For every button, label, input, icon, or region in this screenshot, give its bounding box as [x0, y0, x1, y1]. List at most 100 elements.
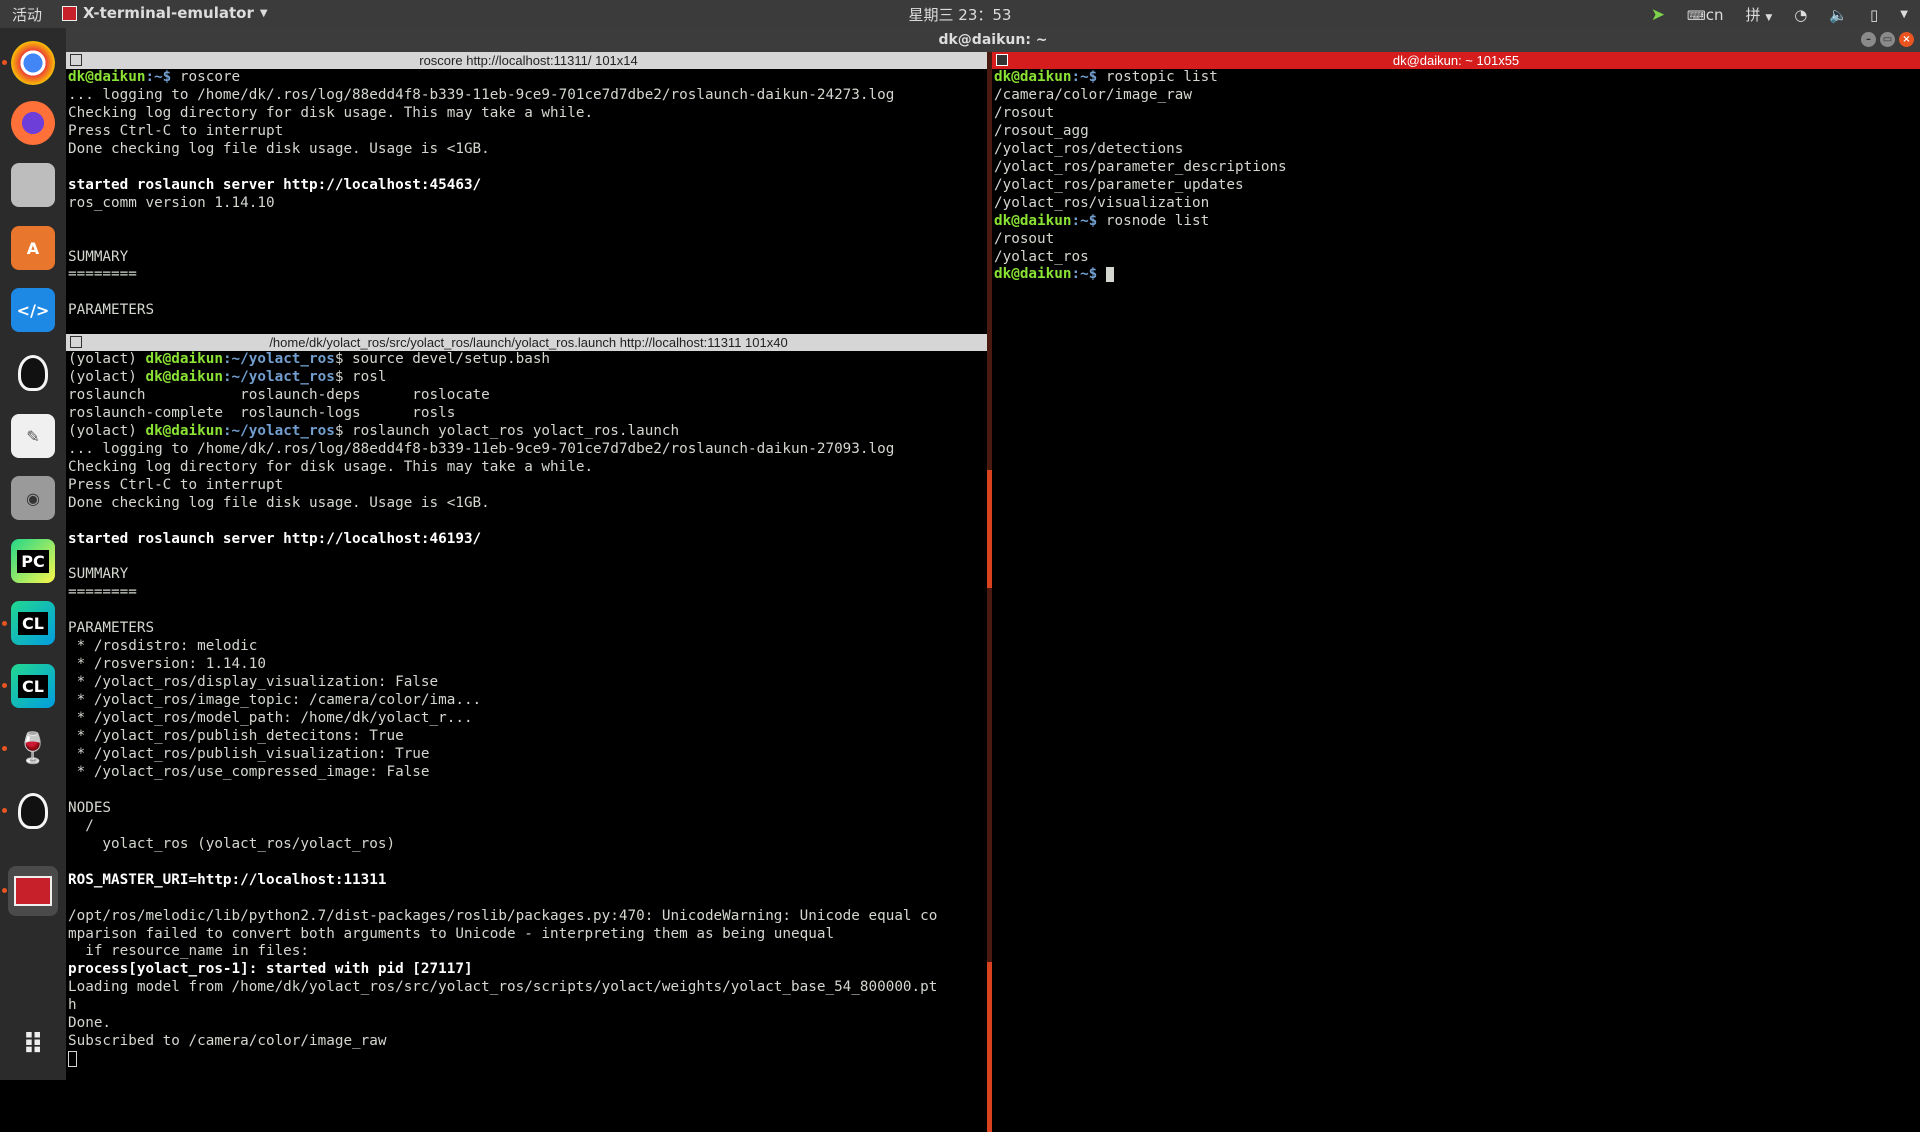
prompt-path: :~/yolact_ros	[222, 368, 335, 385]
param-line: * /yolact_ros/model_path: /home/dk/yolac…	[68, 710, 473, 727]
prompt-user: dk@daikun	[994, 212, 1072, 229]
version-line: ros_comm version 1.14.10	[68, 194, 275, 211]
volume-icon[interactable]: 🔈	[1829, 6, 1848, 24]
parameters-header: PARAMETERS	[68, 302, 155, 319]
terminal-output: dk@daikun:~$ rostopic list /camera/color…	[992, 69, 1920, 284]
warning-line: /opt/ros/melodic/lib/python2.7/dist-pack…	[68, 907, 938, 924]
param-line: * /rosversion: 1.14.10	[68, 656, 266, 673]
env-tag: (yolact)	[68, 351, 146, 367]
launcher-dock: A </> ✎ ◉ PC CL CL 🍷 ⠿	[0, 28, 66, 1080]
clion-icon-2[interactable]: CL	[11, 664, 55, 708]
prompt-user: dk@daikun	[145, 422, 223, 439]
terminal-pane-roscore[interactable]: roscore http://localhost:11311/ 101x14 d…	[66, 52, 991, 334]
prompt-path: :~$	[1071, 266, 1098, 283]
terminal-cursor	[1105, 266, 1114, 282]
pane-menu-icon[interactable]	[996, 54, 1008, 66]
prompt-user: dk@daikun	[145, 351, 223, 367]
prompt-user: dk@daikun	[994, 69, 1072, 85]
ime-label: cn	[1705, 5, 1724, 24]
pane-title: roscore http://localhost:11311/ 101x14	[419, 53, 638, 68]
show-applications-icon[interactable]: ⠿	[11, 1022, 55, 1066]
command-text: roscore	[171, 69, 241, 85]
server-line: started roslaunch server http://localhos…	[68, 176, 482, 193]
firefox-icon[interactable]	[11, 101, 55, 145]
terminal-cursor	[68, 1051, 77, 1068]
master-uri-line: ROS_MASTER_URI=http://localhost:11311	[68, 871, 387, 888]
window-title: dk@daikun: ~	[938, 32, 1048, 48]
topic-line: /yolact_ros/parameter_updates	[994, 176, 1244, 193]
pane-titlebar[interactable]: /home/dk/yolact_ros/src/yolact_ros/launc…	[66, 334, 991, 351]
pane-titlebar[interactable]: roscore http://localhost:11311/ 101x14	[66, 52, 991, 69]
keyboard-icon: ⌨	[1687, 8, 1706, 24]
completion-line: roslaunch-complete roslaunch-logs rosls	[68, 404, 456, 421]
command-text: rosnode list	[1097, 212, 1210, 229]
server-line: started roslaunch server http://localhos…	[68, 530, 482, 547]
log-line: Press Ctrl-C to interrupt	[68, 122, 284, 139]
log-line: Press Ctrl-C to interrupt	[68, 476, 284, 493]
vscode-icon[interactable]: </>	[11, 288, 55, 332]
minimize-icon[interactable]: –	[1861, 32, 1876, 47]
pane-menu-icon[interactable]	[70, 336, 82, 348]
top-panel: 活动 X-terminal-emulator ▼ 星期三 23：53 ➤ ⌨cn…	[0, 0, 1920, 28]
keyboard-layout-indicator[interactable]: 拼 ▼	[1746, 4, 1773, 25]
terminal-output: dk@daikun:~$ roscore ... logging to /hom…	[66, 69, 991, 320]
prompt-path: :~$	[1071, 69, 1098, 85]
pane-title: /home/dk/yolact_ros/src/yolact_ros/launc…	[269, 335, 788, 350]
env-tag: (yolact)	[68, 422, 146, 439]
software-center-icon[interactable]: A	[11, 226, 55, 270]
node-line: /rosout	[994, 230, 1055, 247]
param-line: * /yolact_ros/publish_visualization: Tru…	[68, 745, 430, 762]
log-line: ... logging to /home/dk/.ros/log/88edd4f…	[68, 440, 895, 457]
running-indicator	[2, 60, 7, 65]
input-method-indicator[interactable]: ⌨cn	[1687, 6, 1724, 24]
pane-menu-icon[interactable]	[70, 54, 82, 66]
prompt-path: :~$	[145, 69, 172, 85]
parameters-header: PARAMETERS	[68, 620, 155, 637]
load-line: h	[68, 997, 77, 1014]
terminator-icon[interactable]	[8, 866, 58, 916]
prompt-path: :~$	[1071, 212, 1098, 229]
chrome-icon[interactable]	[11, 41, 55, 85]
power-menu-icon[interactable]: ▼	[1900, 9, 1908, 20]
close-icon[interactable]: ×	[1899, 32, 1914, 47]
running-indicator	[2, 683, 7, 688]
pycharm-icon[interactable]: PC	[11, 539, 55, 583]
qq-icon-2[interactable]	[11, 789, 55, 833]
env-tag: (yolact)	[68, 368, 146, 385]
send-icon[interactable]: ➤	[1651, 5, 1665, 25]
topic-line: /camera/color/image_raw	[994, 86, 1192, 103]
clock[interactable]: 星期三 23：53	[0, 4, 1920, 25]
window-titlebar[interactable]: dk@daikun: ~ – ▭ ×	[66, 28, 1920, 52]
qq-icon[interactable]	[11, 351, 55, 395]
wifi-icon[interactable]: ◔	[1794, 6, 1807, 24]
text-editor-icon[interactable]: ✎	[11, 414, 55, 458]
files-icon[interactable]	[11, 163, 55, 207]
pane-titlebar-active[interactable]: dk@daikun: ~ 101x55	[992, 52, 1920, 69]
terminal-pane-launch[interactable]: /home/dk/yolact_ros/src/yolact_ros/launc…	[66, 334, 991, 1080]
subscribed-line: Subscribed to /camera/color/image_raw	[68, 1033, 387, 1050]
wine-icon[interactable]: 🍷	[11, 726, 55, 770]
prompt-path: :~/yolact_ros	[222, 351, 335, 367]
clion-icon[interactable]: CL	[11, 601, 55, 645]
command-text: $ roslaunch yolact_ros yolact_ros.launch	[334, 422, 680, 439]
running-indicator	[2, 746, 7, 751]
terminal-output: (yolact) dk@daikun:~/yolact_ros$ source …	[66, 351, 991, 1069]
command-text: $ source devel/setup.bash	[334, 351, 551, 367]
nodes-header: NODES	[68, 799, 112, 816]
prompt-path: :~/yolact_ros	[222, 422, 335, 439]
running-indicator	[2, 888, 7, 893]
summary-header: SUMMARY	[68, 248, 129, 265]
terminal-pane-right[interactable]: dk@daikun: ~ 101x55 dk@daikun:~$ rostopi…	[992, 52, 1920, 1080]
nodes-root: /	[68, 817, 94, 834]
param-line: * /yolact_ros/display_visualization: Fal…	[68, 674, 439, 691]
system-tray: ➤ ⌨cn 拼 ▼ ◔ 🔈 ▯ ▼	[1651, 4, 1908, 25]
battery-icon[interactable]: ▯	[1870, 6, 1878, 24]
topic-line: /yolact_ros/parameter_descriptions	[994, 158, 1287, 175]
maximize-icon[interactable]: ▭	[1880, 32, 1895, 47]
log-line: Done checking log file disk usage. Usage…	[68, 140, 490, 157]
param-line: * /rosdistro: melodic	[68, 638, 258, 655]
camera-icon[interactable]: ◉	[11, 476, 55, 520]
warning-line: if resource_name in files:	[68, 943, 310, 960]
topic-line: /yolact_ros/detections	[994, 140, 1184, 157]
param-line: * /yolact_ros/publish_detecitons: True	[68, 728, 404, 745]
